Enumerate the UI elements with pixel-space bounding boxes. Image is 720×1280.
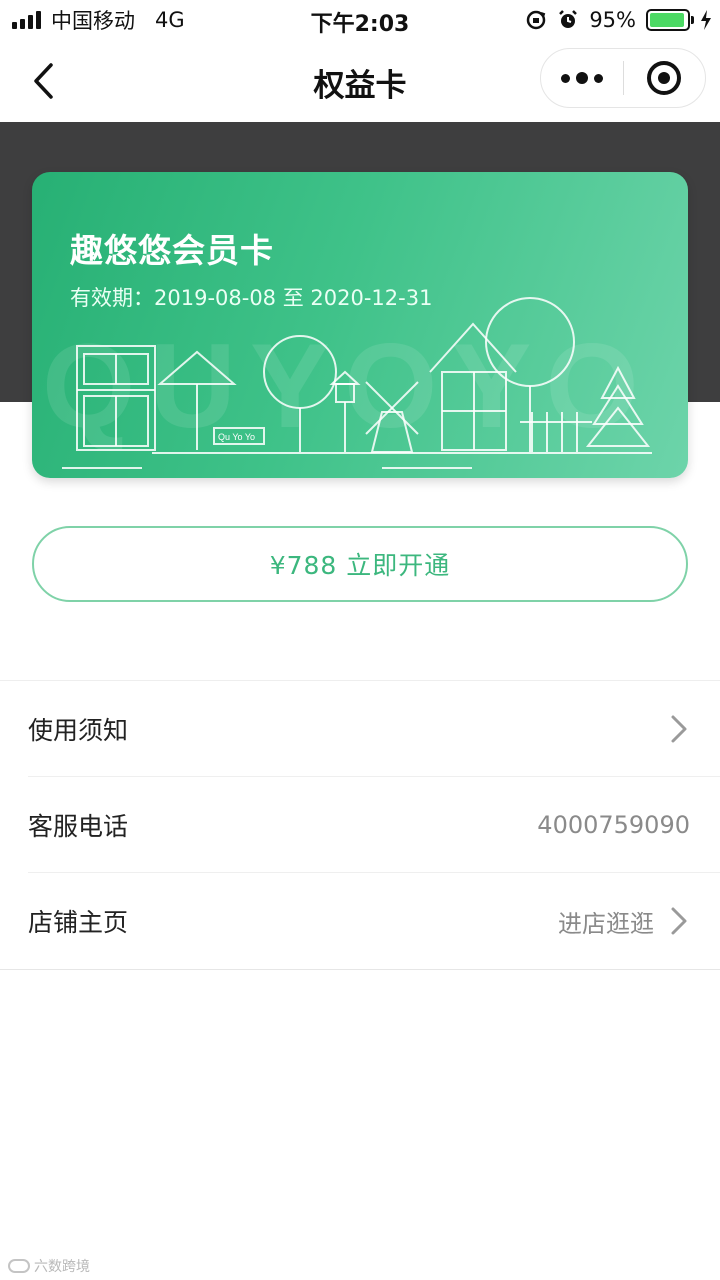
service-phone-number[interactable]: 4000759090: [537, 811, 690, 839]
chevron-right-icon: [671, 715, 687, 743]
battery-fill: [650, 13, 685, 27]
close-target-icon: [647, 61, 682, 95]
list-item-label: 使用须知: [28, 715, 129, 745]
list-item-usage-notes[interactable]: 使用须知: [28, 681, 720, 777]
more-dots-icon: [561, 73, 570, 83]
image-watermark: 六数跨境: [8, 1256, 90, 1276]
list-item-shop-home[interactable]: 店铺主页 进店逛逛: [28, 873, 720, 969]
list-item-label: 店铺主页: [28, 908, 129, 937]
card-validity: 有效期：2019-08-08 至 2020-12-31: [70, 286, 433, 310]
battery-percent: 95%: [589, 8, 636, 32]
chevron-right-icon: [671, 907, 687, 935]
close-button[interactable]: [624, 48, 705, 108]
list-item-label: 客服电话: [28, 811, 129, 841]
visit-shop-link[interactable]: 进店逛逛: [558, 904, 654, 939]
status-right: 95%: [525, 6, 712, 34]
status-bar: 中国移动 4G 下午2:03 95%: [0, 0, 720, 40]
nav-bar: 权益卡: [0, 40, 720, 122]
watermark-text: 六数跨境: [34, 1259, 90, 1275]
shop-sign-text: Qu Yo Yo: [218, 432, 255, 442]
info-list: 使用须知 客服电话 4000759090 店铺主页 进店逛逛: [0, 680, 720, 970]
more-button[interactable]: [541, 48, 623, 108]
alarm-icon: [559, 10, 578, 28]
activate-button[interactable]: ¥788 立即开通: [32, 526, 688, 602]
card-name: 趣悠悠会员卡: [70, 231, 274, 270]
watermark-logo-icon: [8, 1259, 30, 1273]
battery-icon: [646, 9, 694, 31]
charging-icon: [701, 10, 711, 30]
list-item-service-phone[interactable]: 客服电话 4000759090: [28, 777, 720, 873]
membership-card: QUYOYO Qu Yo Yo 趣悠悠会员卡 有效期：2019-08-08 至 …: [32, 172, 688, 478]
mini-program-capsule: [540, 48, 706, 108]
card-illustration: QUYOYO Qu Yo Yo: [42, 297, 652, 469]
lock-rotation-icon: [527, 10, 546, 30]
